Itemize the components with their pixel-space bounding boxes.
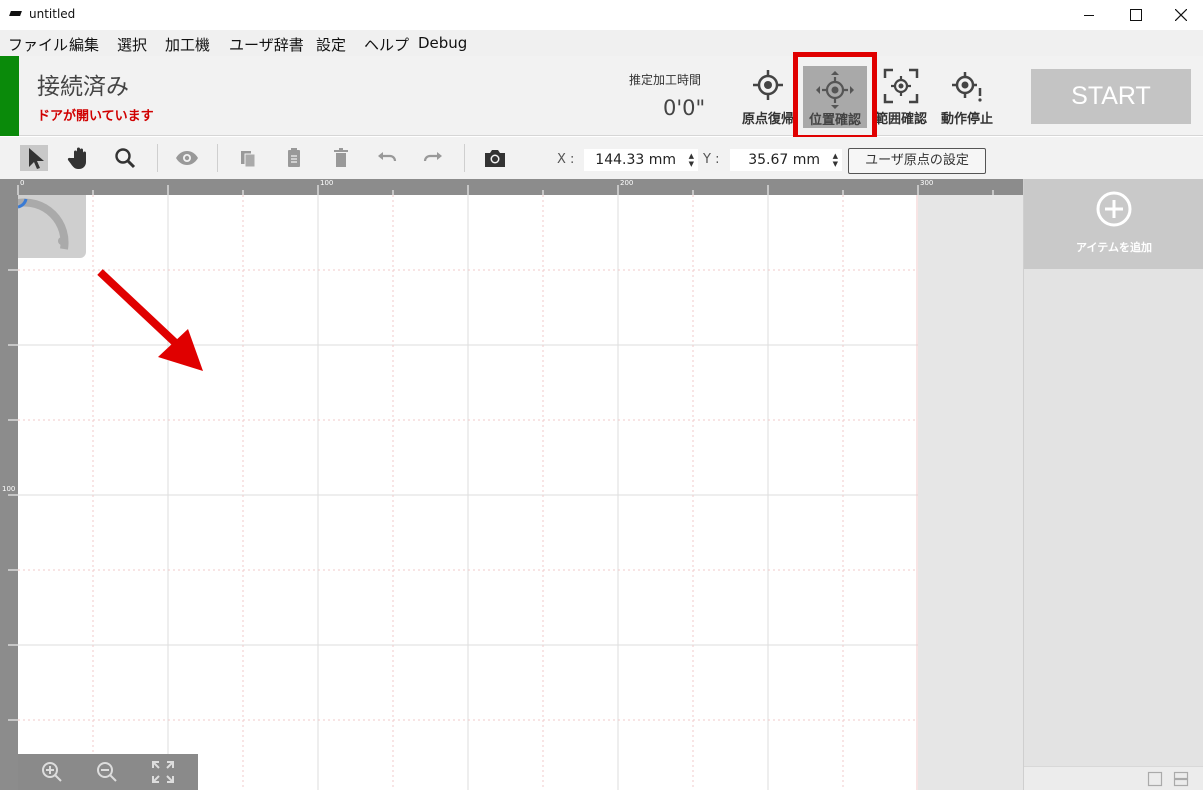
range-check-label: 範囲確認 [874, 112, 927, 127]
menu-edit[interactable]: 編集 [69, 34, 99, 55]
out-of-bounds-area [918, 195, 1023, 790]
vertical-ruler: 100 [0, 195, 18, 790]
crosshair-alert-icon [952, 72, 982, 102]
ruler-mark-0: 0 [20, 179, 25, 187]
connection-indicator [0, 56, 19, 136]
estimate-time-label: 推定加工時間 [629, 73, 702, 87]
hand-tool[interactable] [66, 145, 94, 171]
x-spinner[interactable]: ▲ ▼ [686, 152, 694, 168]
y-spinner[interactable]: ▲ ▼ [830, 152, 838, 168]
zoom-controls [18, 754, 198, 790]
undo-icon [378, 152, 397, 162]
x-coordinate-input[interactable]: 144.33 mm ▲ ▼ [584, 149, 698, 171]
split-view-icon[interactable] [1173, 771, 1189, 787]
app-window: untitled ファイル 編集 選択 加工機 ユーザ辞書 設定 ヘルプ Deb… [0, 0, 1203, 790]
toolbar-divider [157, 144, 158, 172]
eye-icon [176, 151, 198, 165]
start-button[interactable]: START [1031, 69, 1191, 124]
menu-machine[interactable]: 加工機 [165, 34, 210, 55]
horizontal-ruler-ticks [17, 185, 994, 195]
menu-debug[interactable]: Debug [418, 34, 467, 52]
range-check-button[interactable]: 範囲確認 [868, 64, 934, 130]
edit-toolbar: X : 144.33 mm ▲ ▼ Y : 35.67 mm ▲ ▼ ユーザ原点の設… [0, 137, 1203, 179]
menu-user-dictionary[interactable]: ユーザ辞書 [229, 34, 304, 55]
door-warning: ドアが開いています [37, 109, 154, 124]
camera-button[interactable] [481, 145, 509, 171]
trash-icon [334, 148, 348, 167]
zoom-in-button[interactable] [40, 760, 64, 784]
y-label: Y : [703, 152, 720, 167]
window-title: untitled [29, 7, 76, 21]
crosshair-icon [753, 70, 783, 100]
highlight-box [793, 52, 877, 140]
red-arrow-annotation [97, 269, 203, 371]
connection-status: 接続済み [37, 74, 129, 100]
items-panel: アイテムを追加 [1023, 179, 1203, 790]
search-icon [115, 148, 136, 169]
estimate-time-value: 0'0" [663, 96, 706, 120]
panel-footer [1024, 766, 1203, 790]
ruler-mark-left-100: 100 [2, 485, 16, 493]
fit-to-screen-button[interactable] [151, 760, 175, 784]
copy-button[interactable] [234, 145, 262, 171]
stop-motion-button[interactable]: 動作停止 [934, 64, 1000, 130]
add-item-label: アイテムを追加 [1076, 241, 1152, 254]
horizontal-ruler: 0 100 200 300 [0, 179, 1023, 195]
zoom-in-icon [42, 762, 62, 782]
home-return-label: 原点復帰 [741, 112, 794, 127]
plus-circle-icon [1096, 191, 1132, 227]
title-bar: untitled [0, 0, 1203, 30]
expand-icon [152, 761, 174, 783]
design-canvas[interactable] [18, 195, 918, 790]
zoom-out-button[interactable] [95, 760, 119, 784]
menu-help[interactable]: ヘルプ [364, 34, 409, 55]
ruler-mark-100: 100 [320, 179, 334, 187]
zoom-out-icon [97, 762, 117, 782]
menu-file[interactable]: ファイル [8, 34, 68, 55]
hand-icon [67, 147, 86, 169]
add-item-button[interactable]: アイテムを追加 [1024, 179, 1203, 269]
paste-button[interactable] [280, 145, 308, 171]
zoom-tool[interactable] [111, 145, 139, 171]
frame-crosshair-icon [883, 68, 919, 104]
redo-button[interactable] [419, 145, 447, 171]
camera-icon [485, 150, 505, 167]
redo-icon [423, 152, 442, 162]
menu-select[interactable]: 選択 [117, 34, 147, 55]
minimize-button[interactable] [1066, 0, 1112, 30]
preview-tool[interactable] [173, 145, 201, 171]
single-view-icon[interactable] [1147, 771, 1163, 787]
x-label: X : [557, 152, 575, 167]
menu-bar: ファイル 編集 選択 加工機 ユーザ辞書 設定 ヘルプ Debug [0, 30, 1203, 56]
maximize-button[interactable] [1112, 0, 1158, 30]
home-return-button[interactable]: 原点復帰 [735, 64, 801, 130]
menu-settings[interactable]: 設定 [316, 34, 346, 55]
close-icon [1175, 9, 1187, 21]
toolbar-divider [217, 144, 218, 172]
ruler-mark-300: 300 [920, 179, 934, 187]
workspace: 0 100 200 300 100 [0, 179, 1023, 790]
delete-button[interactable] [327, 145, 355, 171]
y-value: 35.67 mm [748, 152, 820, 168]
machine-status-bar: 接続済み ドアが開いています 推定加工時間 0'0" 原点復帰 位置確認 範囲確… [0, 56, 1203, 136]
select-tool[interactable] [20, 145, 48, 171]
copy-icon [241, 151, 256, 168]
pointer-icon [29, 148, 44, 169]
undo-button[interactable] [373, 145, 401, 171]
set-user-origin-button[interactable]: ユーザ原点の設定 [848, 148, 986, 174]
ruler-mark-200: 200 [620, 179, 634, 187]
x-value: 144.33 mm [595, 152, 676, 168]
close-button[interactable] [1157, 0, 1203, 30]
laser-head-icon [18, 195, 86, 258]
app-logo-icon [9, 11, 22, 16]
stop-motion-label: 動作停止 [940, 112, 993, 127]
toolbar-divider [464, 144, 465, 172]
y-coordinate-input[interactable]: 35.67 mm ▲ ▼ [730, 149, 842, 171]
clipboard-icon [288, 148, 300, 167]
